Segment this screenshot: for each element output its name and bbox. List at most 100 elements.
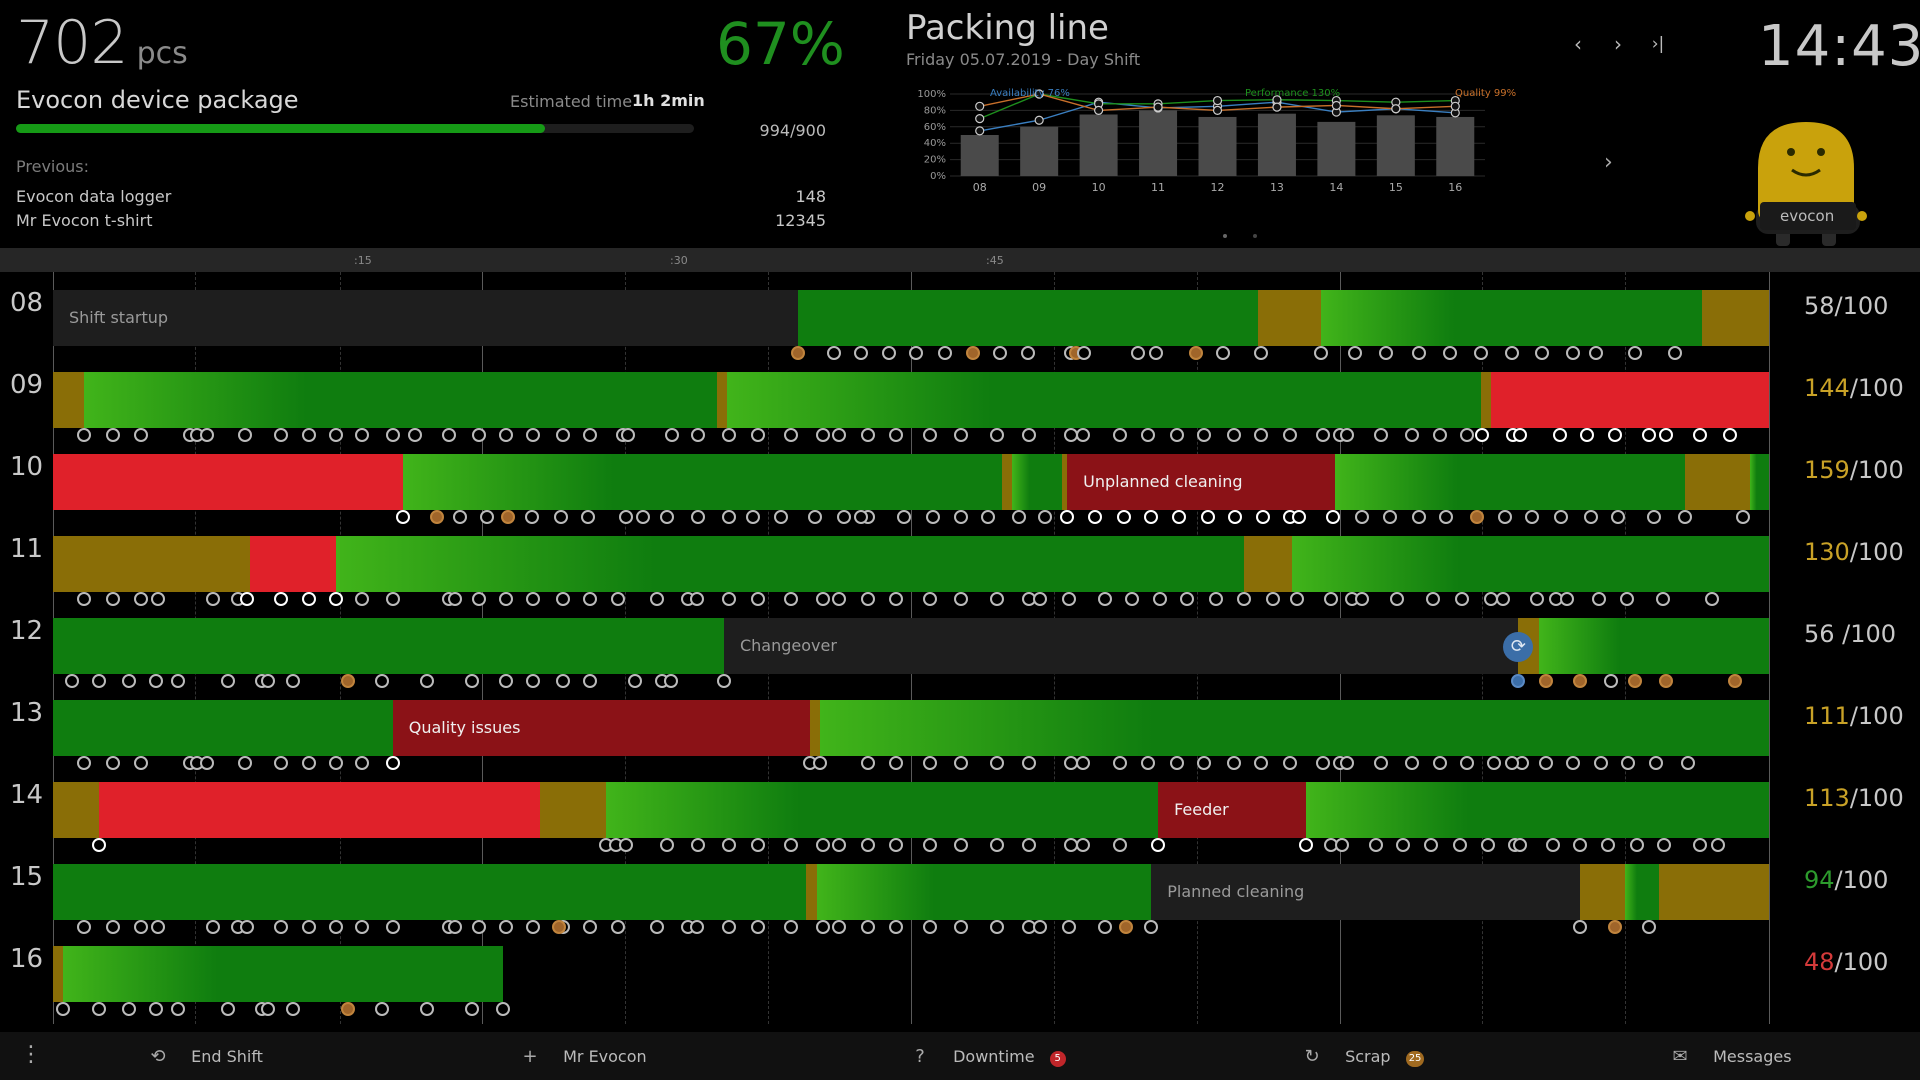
downtime-count-badge: 5 (1049, 1051, 1066, 1067)
cycle-markers (53, 1002, 1769, 1018)
status-segment (1491, 372, 1769, 428)
cycle-marker[interactable] (148, 1002, 163, 1016)
score-count: 56 (1804, 620, 1835, 648)
cycle-marker[interactable] (221, 1002, 236, 1016)
cycle-marker[interactable] (464, 1002, 479, 1016)
chart-point (975, 101, 985, 111)
header: 702 pcs 67% Evocon device package Estima… (0, 0, 1920, 248)
chart-next-arrow[interactable]: › (1604, 150, 1613, 175)
stop-segment[interactable]: Unplanned cleaning (1067, 454, 1335, 510)
latest-shift-button[interactable]: ›| (1644, 30, 1672, 58)
chart-bar (1198, 116, 1237, 176)
chart-point (1153, 102, 1163, 112)
previous-item-value: 12345 (775, 211, 826, 230)
hour-label: 11 (10, 534, 44, 564)
cycle-marker[interactable] (56, 1002, 71, 1016)
cycle-marker[interactable] (92, 1002, 107, 1016)
cycle-marker[interactable] (495, 1002, 510, 1016)
previous-item: Mr Evocon t-shirt 12345 (16, 211, 826, 230)
hour-score: 159/100 (1804, 456, 1904, 484)
count-unit: pcs (136, 36, 188, 71)
previous-item: Evocon data logger 148 (16, 187, 826, 206)
cycle-marker[interactable] (341, 1002, 356, 1016)
chart-point (1094, 105, 1104, 115)
end-shift-button[interactable]: ⟲ End Shift (148, 1046, 263, 1067)
hour-score: 113/100 (1804, 784, 1904, 812)
status-segment (403, 454, 1002, 510)
cycle-marker[interactable] (286, 1002, 301, 1016)
chart-x-tick: 10 (1092, 181, 1106, 194)
cycle-marker[interactable] (375, 1002, 390, 1016)
hour-label: 14 (10, 780, 44, 810)
stop-segment[interactable]: Quality issues (392, 700, 810, 756)
scrap-label: Scrap (1345, 1047, 1391, 1066)
count-value: 702 (16, 8, 129, 78)
cycle-marker[interactable] (171, 1002, 186, 1016)
score-target: /100 (1834, 620, 1897, 648)
status-segment (1659, 864, 1769, 920)
hour-score: 130/100 (1804, 538, 1904, 566)
hour-score: 144/100 (1804, 374, 1904, 402)
stop-segment[interactable]: Feeder (1158, 782, 1306, 838)
stop-reason-label: Unplanned cleaning (1083, 472, 1243, 491)
scrap-icon: ↻ (1304, 1046, 1320, 1067)
score-target: /100 (1849, 374, 1904, 402)
chart-point (1034, 115, 1044, 125)
score-target: /100 (1834, 948, 1889, 976)
ruler-tick: :45 (986, 254, 1004, 267)
estimated-time-value: 1h 2min (632, 91, 705, 110)
hour-bar: Planned cleaning (53, 864, 1769, 920)
chart-legend-entry: Performance 130% (1245, 88, 1340, 99)
stop-segment[interactable]: Planned cleaning (1151, 864, 1581, 920)
evocon-mascot-logo: evocon (1745, 122, 1867, 246)
hour-label: 16 (10, 944, 44, 974)
score-target: /100 (1849, 702, 1904, 730)
status-segment (1702, 290, 1769, 346)
mascot-label: evocon (1780, 207, 1834, 225)
stop-segment[interactable]: Shift startup (53, 290, 798, 346)
stop-segment[interactable]: Changeover (723, 618, 1519, 674)
menu-button[interactable]: ⋮ (20, 1042, 42, 1067)
hour-bar: Quality issues (53, 700, 1769, 756)
chart-page-dot (1253, 234, 1257, 238)
time-ruler: :15 :30 :45 (0, 248, 1920, 272)
hour-score: 56 /100 (1804, 620, 1896, 648)
timeline-row: 15 Planned cleaning 94/100 (0, 846, 1920, 934)
status-segment (1624, 864, 1660, 920)
chart-legend-entry: Quality 99% (1455, 88, 1516, 99)
piece-count: 702 pcs (16, 8, 188, 78)
status-segment (1001, 454, 1013, 510)
hour-bar (53, 536, 1769, 592)
downtime-button[interactable]: ? Downtime 5 (910, 1046, 1066, 1067)
status-segment (53, 864, 807, 920)
clock: 14:43 (1758, 14, 1920, 79)
mail-icon: ✉ (1672, 1046, 1688, 1067)
score-count: 159 (1804, 456, 1850, 484)
hour-label: 10 (10, 452, 44, 482)
status-segment (336, 536, 1244, 592)
stop-reason-label: Shift startup (69, 308, 169, 327)
messages-button[interactable]: ✉ Messages (1670, 1046, 1791, 1067)
previous-shift-button[interactable]: ‹ (1564, 30, 1592, 58)
scrap-button[interactable]: ↻ Scrap 25 (1302, 1046, 1425, 1067)
next-shift-button[interactable]: › (1604, 30, 1632, 58)
chart-x-tick: 08 (973, 181, 987, 194)
score-target: /100 (1834, 866, 1889, 894)
timeline-row: 08 Shift startup 58/100 (0, 272, 1920, 360)
status-segment (1012, 454, 1062, 510)
status-segment (1334, 454, 1685, 510)
chart-y-tick: 100% (917, 89, 946, 100)
status-segment (727, 372, 1481, 428)
hour-label: 12 (10, 616, 44, 646)
cycle-marker[interactable] (121, 1002, 136, 1016)
status-segment (1257, 290, 1322, 346)
cycle-marker[interactable] (260, 1002, 275, 1016)
chart-bar (1020, 126, 1059, 176)
dashboard: 702 pcs 67% Evocon device package Estima… (0, 0, 1920, 1080)
chart-point (975, 126, 985, 136)
chart-bar (1376, 115, 1415, 176)
status-segment (53, 946, 64, 1002)
cycle-marker[interactable] (420, 1002, 435, 1016)
operator-button[interactable]: + Mr Evocon (520, 1046, 646, 1067)
status-segment (63, 946, 503, 1002)
